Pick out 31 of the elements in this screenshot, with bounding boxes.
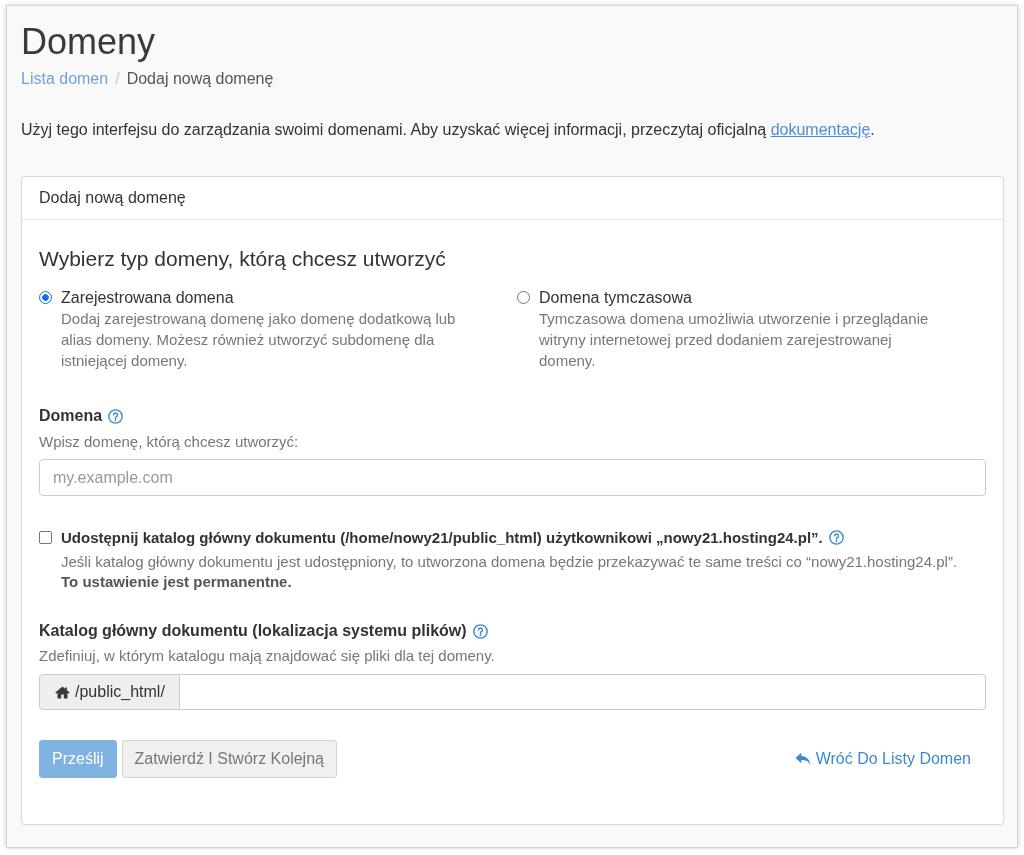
page-title: Domeny — [21, 22, 157, 62]
documentation-link[interactable]: dokumentację — [770, 121, 871, 138]
field-hint: Wpisz domenę, którą chcesz utworzyć: — [39, 432, 300, 452]
checkbox-label[interactable]: Udostępnij katalog główny dokumentu (/home/nowy21/public_html) użytkownikowi „nowy21.hosting24.pl”. — [61, 528, 823, 546]
breadcrumb-separator: / — [114, 69, 121, 89]
help-icon[interactable] — [472, 623, 488, 639]
back-link[interactable]: Wróć Do Listy Domen — [782, 741, 986, 777]
document-root-input[interactable] — [179, 674, 986, 710]
checkbox[interactable] — [39, 530, 52, 544]
domain-input[interactable]: my.example.com — [39, 459, 986, 496]
breadcrumb-link[interactable]: Lista domen — [21, 69, 109, 89]
intro-text: Użyj tego interfejsu do zarządzania swoimi domenami. Aby uzyskać więcej informacji, przeczytaj oficjalną dokumentację. — [21, 120, 876, 140]
reply-arrow-icon — [794, 752, 811, 766]
field-label: Domena — [39, 406, 103, 426]
help-icon[interactable] — [828, 529, 844, 545]
radio-button[interactable] — [517, 291, 530, 304]
option-help-text: Jeśli katalog główny dokumentu jest udostępniony, to utworzona domena będzie przekazywać te same treści co “nowy21.hosting24.pl”. — [60, 552, 959, 572]
field-label: Katalog główny dokumentu (lokalizacja systemu plików) — [39, 621, 467, 641]
home-icon — [55, 685, 70, 699]
warning-note: To ustawienie jest permanentne. — [60, 572, 293, 592]
help-icon[interactable] — [108, 408, 124, 424]
radio-label[interactable]: Zarejestrowana domena — [61, 287, 234, 308]
radio-button[interactable] — [39, 291, 52, 304]
path-prefix: /public_html/ — [75, 683, 165, 701]
breadcrumb-current: Dodaj nową domenę — [126, 69, 274, 89]
field-hint: Zdefiniuj, w którym katalogu mają znajdować się pliki dla tej domeny. — [39, 646, 496, 666]
section-heading: Wybierz typ domeny, którą chcesz utworzyć — [39, 246, 447, 272]
card-header: Dodaj nową domenę — [22, 177, 1003, 220]
option-description: Tymczasowa domena umożliwia utworzenie i przeglądanie witryny internetowej przed dodaniem zarejestrowanej domeny. — [539, 309, 930, 371]
radio-label[interactable]: Domena tymczasowa — [539, 287, 692, 308]
option-description: Dodaj zarejestrowaną domenę jako domenę dodatkową lub alias domeny. Możesz również utworzyć subdomenę dla istniejącej domeny. — [61, 309, 457, 371]
